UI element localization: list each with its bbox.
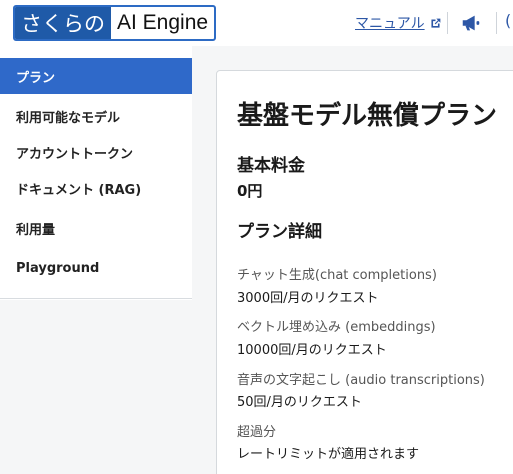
sidebar-item-label: 利用量 <box>16 222 56 238</box>
sidebar-item-plan[interactable]: プラン <box>0 58 192 94</box>
sidebar-item-label: アカウントトークン <box>16 146 134 162</box>
manual-label: マニュアル <box>355 16 425 32</box>
sidebar-divider <box>0 298 192 299</box>
sidebar-item-label: プラン <box>16 70 56 86</box>
logo-part1: さくらの <box>15 7 111 39</box>
sidebar: プラン 利用可能なモデル アカウントトークン ドキュメント (RAG) 利用量 … <box>0 58 192 298</box>
detail-label: ベクトル埋め込み (embeddings) <box>237 320 436 335</box>
sidebar-item-label: Playground <box>16 260 100 276</box>
sidebar-item-label: 利用可能なモデル <box>16 110 121 126</box>
app-header: さくらの AI Engine マニュアル ( <box>0 0 513 46</box>
header-cut-icon[interactable]: ( <box>505 11 511 30</box>
sidebar-item-label: ドキュメント (RAG) <box>16 182 142 198</box>
detail-value: 3000回/月のリクエスト <box>237 291 379 306</box>
sidebar-item-account-token[interactable]: アカウントトークン <box>0 134 192 170</box>
page-title: 基盤モデル無償プラン <box>237 101 498 131</box>
detail-label: チャット生成(chat completions) <box>237 268 437 283</box>
megaphone-icon[interactable] <box>460 12 482 34</box>
detail-value: 50回/月のリクエスト <box>237 395 362 410</box>
detail-label: 音声の文字起こし (audio transcriptions) <box>237 373 485 388</box>
manual-link[interactable]: マニュアル <box>355 13 442 33</box>
sidebar-item-documents[interactable]: ドキュメント (RAG) <box>0 170 192 206</box>
sidebar-background <box>0 300 192 474</box>
app-logo[interactable]: さくらの AI Engine <box>13 5 217 41</box>
plan-card: 基盤モデル無償プラン 基本料金 0円 プラン詳細 チャット生成(chat com… <box>216 70 513 474</box>
header-divider <box>496 12 497 34</box>
plan-detail-heading: プラン詳細 <box>237 222 322 242</box>
base-fee-value: 0円 <box>237 182 263 200</box>
detail-value: 10000回/月のリクエスト <box>237 343 387 358</box>
external-link-icon <box>431 18 440 28</box>
base-fee-heading: 基本料金 <box>237 156 305 176</box>
sidebar-item-usage[interactable]: 利用量 <box>0 210 192 246</box>
detail-label: 超過分 <box>237 425 277 440</box>
logo-part2: AI Engine <box>117 11 209 34</box>
detail-value: レートリミットが適用されます <box>237 447 420 462</box>
sidebar-item-playground[interactable]: Playground <box>0 250 192 286</box>
sidebar-item-models[interactable]: 利用可能なモデル <box>0 98 192 134</box>
header-divider <box>447 12 448 34</box>
